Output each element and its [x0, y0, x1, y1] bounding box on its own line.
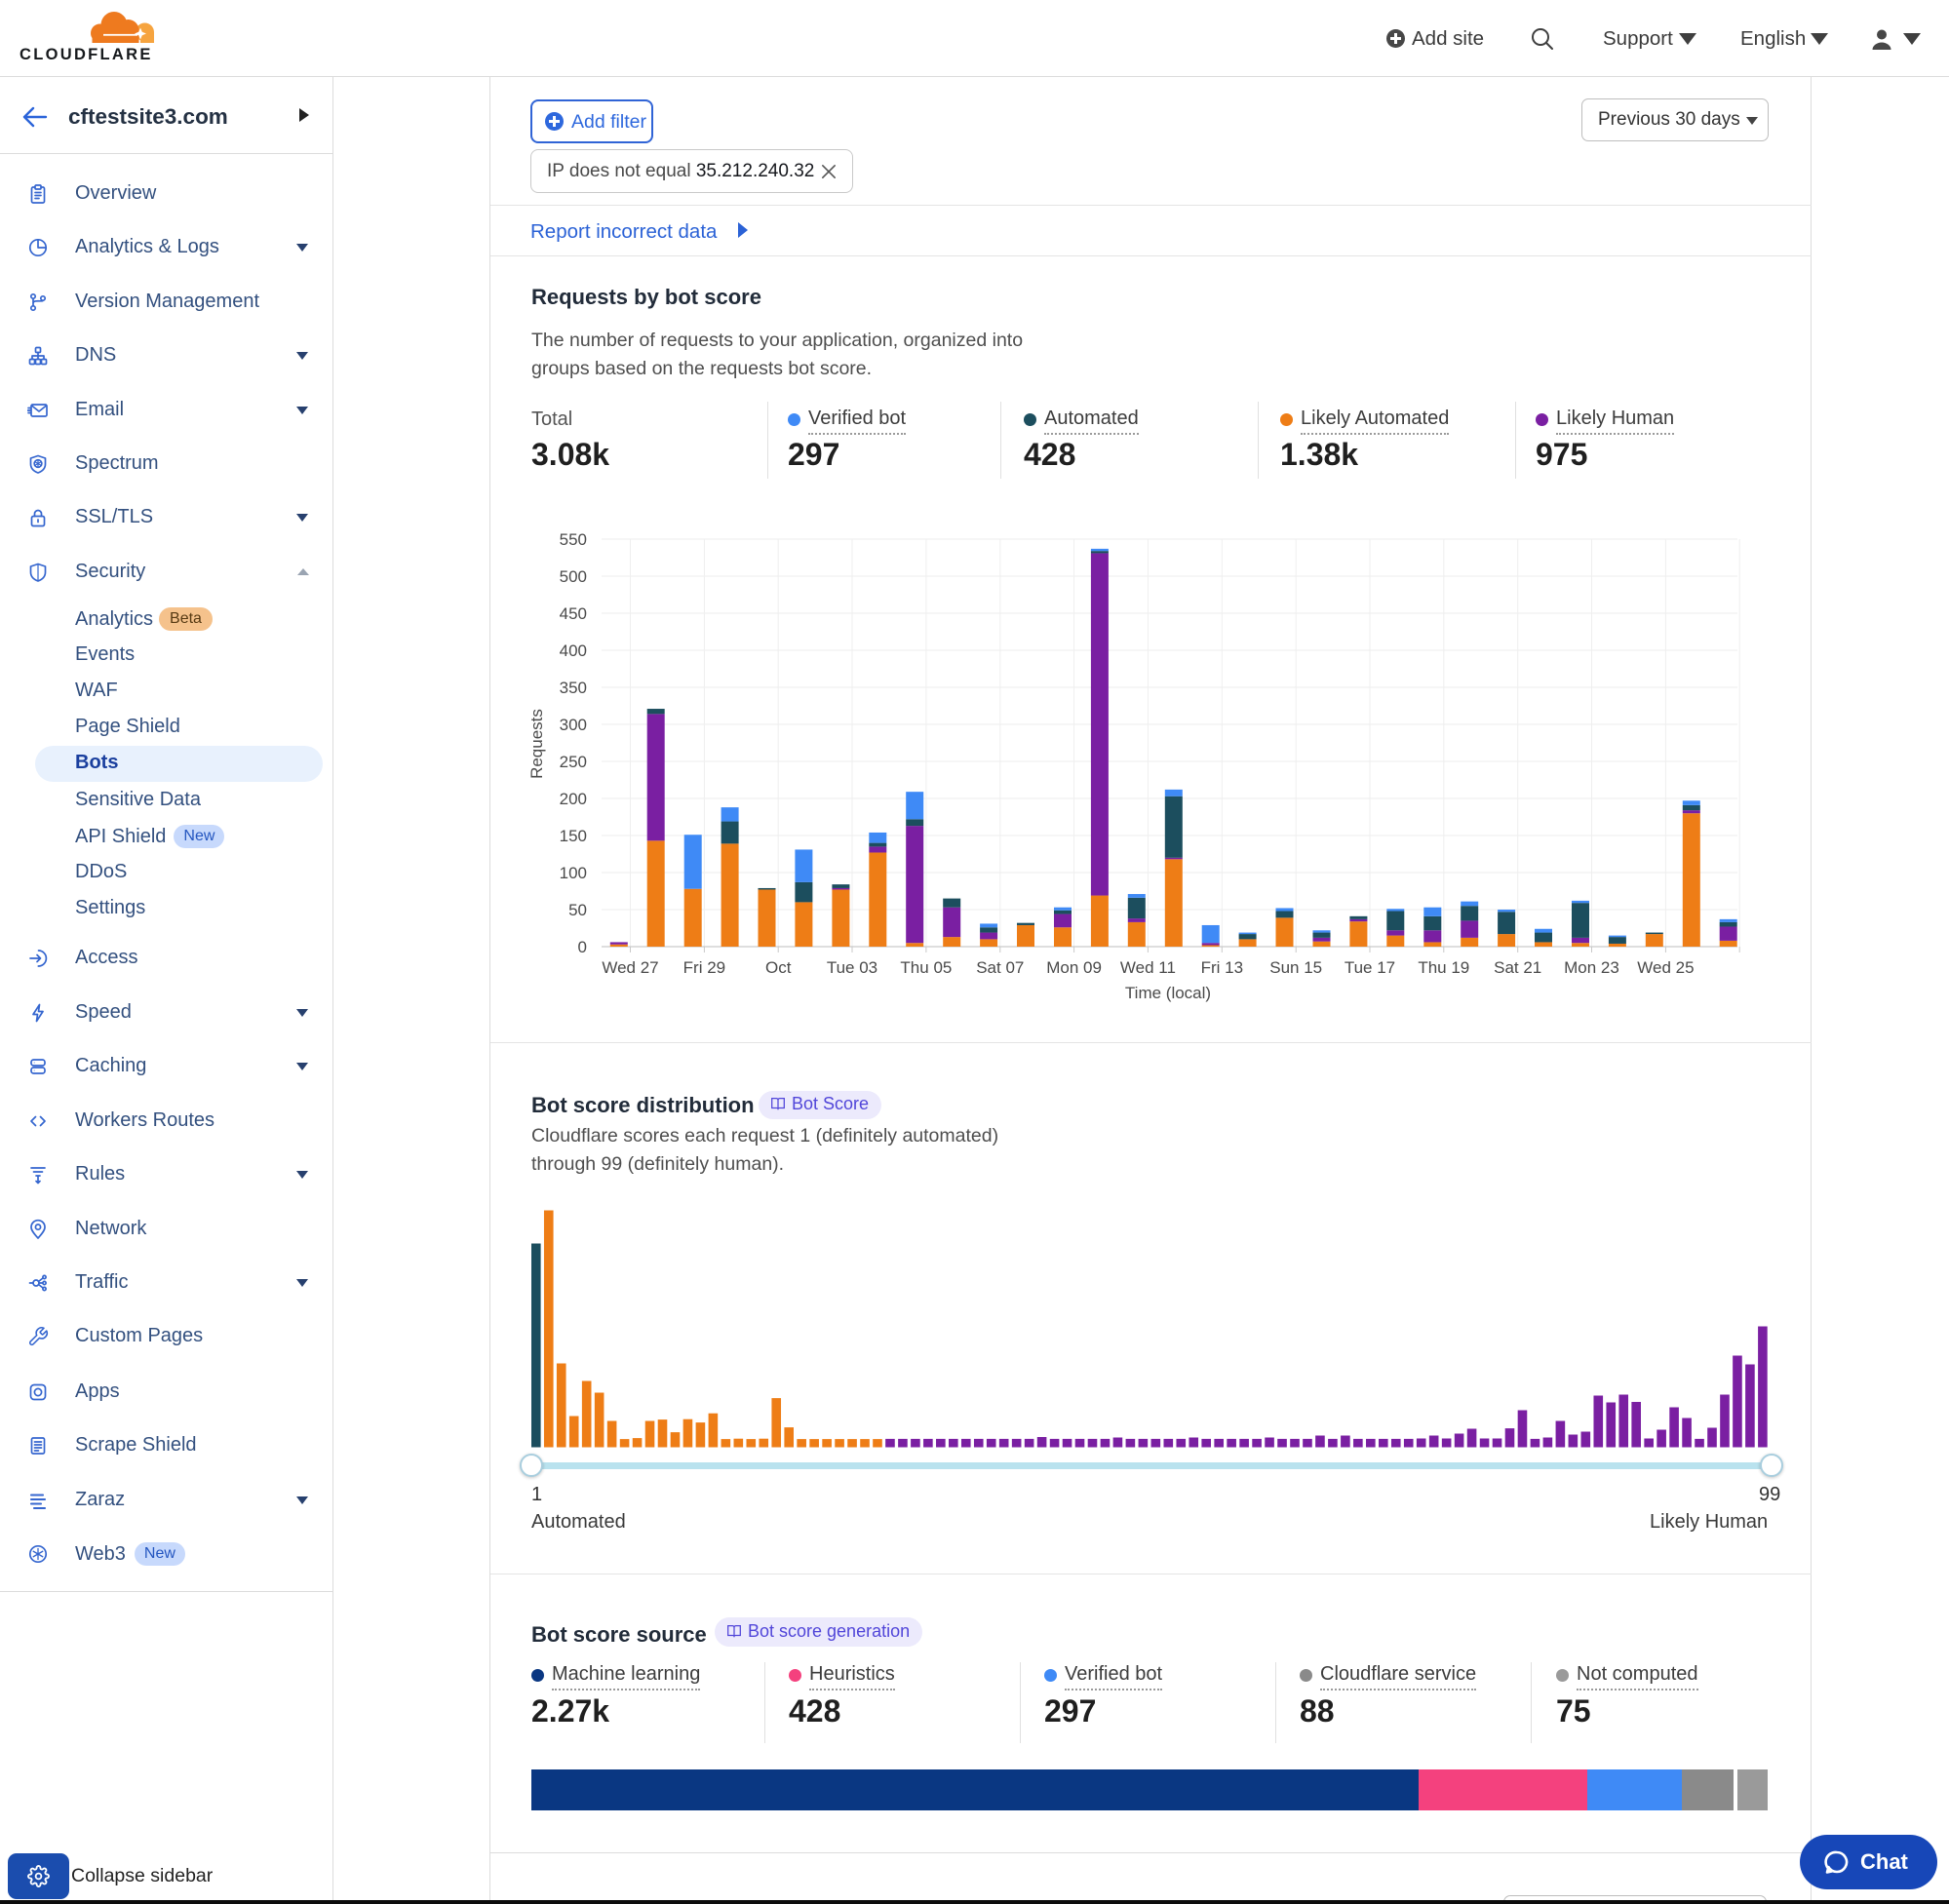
svg-text:100: 100 [560, 864, 587, 882]
svg-text:Wed 27: Wed 27 [602, 958, 658, 977]
svg-text:200: 200 [560, 790, 587, 808]
svg-text:250: 250 [560, 753, 587, 771]
svg-text:Mon 09: Mon 09 [1046, 958, 1102, 977]
svg-text:Fri 13: Fri 13 [1201, 958, 1243, 977]
svg-text:500: 500 [560, 567, 587, 586]
svg-text:Sun 15: Sun 15 [1269, 958, 1322, 977]
svg-text:Wed 25: Wed 25 [1637, 958, 1694, 977]
svg-text:300: 300 [560, 716, 587, 734]
svg-text:Tue 17: Tue 17 [1345, 958, 1395, 977]
svg-text:Mon 23: Mon 23 [1564, 958, 1619, 977]
svg-text:550: 550 [560, 530, 587, 549]
svg-text:Oct: Oct [765, 958, 792, 977]
svg-text:150: 150 [560, 827, 587, 845]
svg-text:Sat 21: Sat 21 [1494, 958, 1541, 977]
svg-text:50: 50 [568, 901, 587, 919]
svg-text:Thu 05: Thu 05 [900, 958, 952, 977]
svg-text:Requests: Requests [527, 709, 546, 779]
svg-text:400: 400 [560, 641, 587, 660]
svg-text:Sat 07: Sat 07 [976, 958, 1024, 977]
svg-text:350: 350 [560, 679, 587, 697]
svg-text:450: 450 [560, 604, 587, 623]
svg-text:Fri 29: Fri 29 [683, 958, 725, 977]
svg-text:Time (local): Time (local) [1125, 984, 1211, 1002]
svg-text:0: 0 [578, 938, 587, 956]
svg-text:Tue 03: Tue 03 [827, 958, 877, 977]
svg-text:Wed 11: Wed 11 [1120, 958, 1176, 977]
svg-text:Thu 19: Thu 19 [1418, 958, 1469, 977]
